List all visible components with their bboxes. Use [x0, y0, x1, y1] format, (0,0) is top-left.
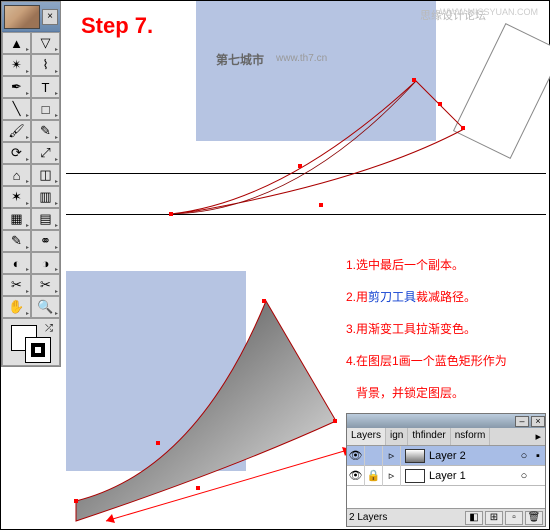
tab-transform[interactable]: nsform [451, 428, 491, 445]
direct-select-tool[interactable]: ▽▸ [31, 32, 60, 54]
panel-menu-icon[interactable]: ▸ [531, 428, 545, 445]
lock-icon[interactable]: 🔒 [365, 466, 383, 486]
stroke-swatch[interactable] [25, 337, 51, 363]
layer-row[interactable]: 👁 ▹ Layer 2 ○ ▪ [347, 446, 545, 466]
color-swatches[interactable]: ⤮ [2, 318, 60, 366]
layer-thumb [405, 449, 425, 463]
layer-name[interactable]: Layer 2 [429, 450, 517, 462]
instruction-3: 3.用渐变工具拉渐变色。 [346, 313, 507, 345]
target-icon[interactable]: ○ [517, 450, 531, 462]
visibility-icon[interactable]: 👁 [347, 446, 365, 466]
warp-tool[interactable]: ⌂▸ [2, 164, 31, 186]
toolbox-header: × [2, 2, 60, 32]
panel-titlebar[interactable]: – × [347, 414, 545, 428]
make-clipping-icon[interactable]: ◧ [465, 511, 483, 525]
pencil-tool[interactable]: ✎▸ [31, 120, 60, 142]
swap-icon[interactable]: ⤮ [45, 323, 53, 334]
canvas-area: Step 7. 思缘设计论坛 WWW.MISSYUAN.COM 第七城市 www… [66, 1, 546, 531]
layers-panel: – × Layers ign thfinder nsform ▸ 👁 ▹ Lay… [346, 413, 546, 527]
blend-tool[interactable]: ⚭▸ [31, 230, 60, 252]
eyedropper-tool[interactable]: ✎▸ [2, 230, 31, 252]
target-icon[interactable]: ○ [517, 470, 531, 482]
type-tool[interactable]: T▸ [31, 76, 60, 98]
toolbox-close-icon[interactable]: × [42, 9, 58, 25]
tab-layers[interactable]: Layers [347, 428, 386, 445]
panel-tabs: Layers ign thfinder nsform ▸ [347, 428, 545, 446]
instruction-2: 2.用剪刀工具裁减路径。 [346, 281, 507, 313]
zoom-tool[interactable]: 🔍▸ [31, 296, 60, 318]
magic-wand-tool[interactable]: ✴▸ [2, 54, 31, 76]
tab-pathfinder[interactable]: thfinder [408, 428, 450, 445]
expand-icon[interactable]: ▹ [383, 466, 401, 486]
line-tool[interactable]: ╲▸ [2, 98, 31, 120]
tool-grid: ▲▸▽▸✴▸⌇▸✒▸T▸╲▸□▸🖌▸✎▸⟳▸⤢▸⌂▸◫▸✶▸▥▸▦▸▤▸✎▸⚭▸… [2, 32, 60, 318]
layers-footer: 2 Layers ◧ ⊞ ▫ 🗑 [347, 508, 545, 526]
toolbox-logo [4, 5, 40, 29]
instruction-1: 1.选中最后一个副本。 [346, 249, 507, 281]
scale-tool[interactable]: ⤢▸ [31, 142, 60, 164]
layer-thumb [405, 469, 425, 483]
layer-row[interactable]: 👁 🔒 ▹ Layer 1 ○ [347, 466, 545, 486]
pen-tool[interactable]: ✒▸ [2, 76, 31, 98]
gradient-tool[interactable]: ▤▸ [31, 208, 60, 230]
expand-icon[interactable]: ▹ [383, 446, 401, 466]
slice-tool[interactable]: ✂▸ [2, 274, 31, 296]
layers-empty-area [347, 486, 545, 508]
graph-tool[interactable]: ▥▸ [31, 186, 60, 208]
select-indicator: ▪ [531, 450, 545, 462]
lasso-tool[interactable]: ⌇▸ [31, 54, 60, 76]
instructions: 1.选中最后一个副本。 2.用剪刀工具裁减路径。 3.用渐变工具拉渐变色。 4.… [346, 249, 507, 409]
toolbox: × ▲▸▽▸✴▸⌇▸✒▸T▸╲▸□▸🖌▸✎▸⟳▸⤢▸⌂▸◫▸✶▸▥▸▦▸▤▸✎▸… [1, 1, 61, 367]
new-layer-icon[interactable]: ▫ [505, 511, 523, 525]
live-paint-tool[interactable]: ◐▸ [2, 252, 31, 274]
watermark: WWW.MISSYUAN.COM [440, 7, 538, 17]
scissors-tool[interactable]: ✂▸ [31, 274, 60, 296]
new-sublayer-icon[interactable]: ⊞ [485, 511, 503, 525]
watermark: www.th7.cn [276, 53, 327, 64]
close-icon[interactable]: × [531, 416, 545, 427]
symbol-spray-tool[interactable]: ✶▸ [2, 186, 31, 208]
delete-layer-icon[interactable]: 🗑 [525, 511, 543, 525]
step-label: Step 7. [81, 13, 153, 39]
selection-tool[interactable]: ▲▸ [2, 32, 31, 54]
paintbrush-tool[interactable]: 🖌▸ [2, 120, 31, 142]
layer-name[interactable]: Layer 1 [429, 470, 517, 482]
visibility-icon[interactable]: 👁 [347, 466, 365, 486]
layer-count: 2 Layers [349, 512, 463, 523]
tab-align[interactable]: ign [386, 428, 408, 445]
rotate-tool[interactable]: ⟳▸ [2, 142, 31, 164]
rectangle-tool[interactable]: □▸ [31, 98, 60, 120]
minimize-icon[interactable]: – [515, 416, 529, 427]
free-transform-tool[interactable]: ◫▸ [31, 164, 60, 186]
instruction-4: 4.在图层1画一个蓝色矩形作为 背景，并锁定图层。 [346, 345, 507, 409]
mesh-tool[interactable]: ▦▸ [2, 208, 31, 230]
watermark: 第七城市 [216, 51, 264, 68]
lock-cell[interactable] [365, 446, 383, 466]
live-select-tool[interactable]: ◑▸ [31, 252, 60, 274]
hand-tool[interactable]: ✋▸ [2, 296, 31, 318]
